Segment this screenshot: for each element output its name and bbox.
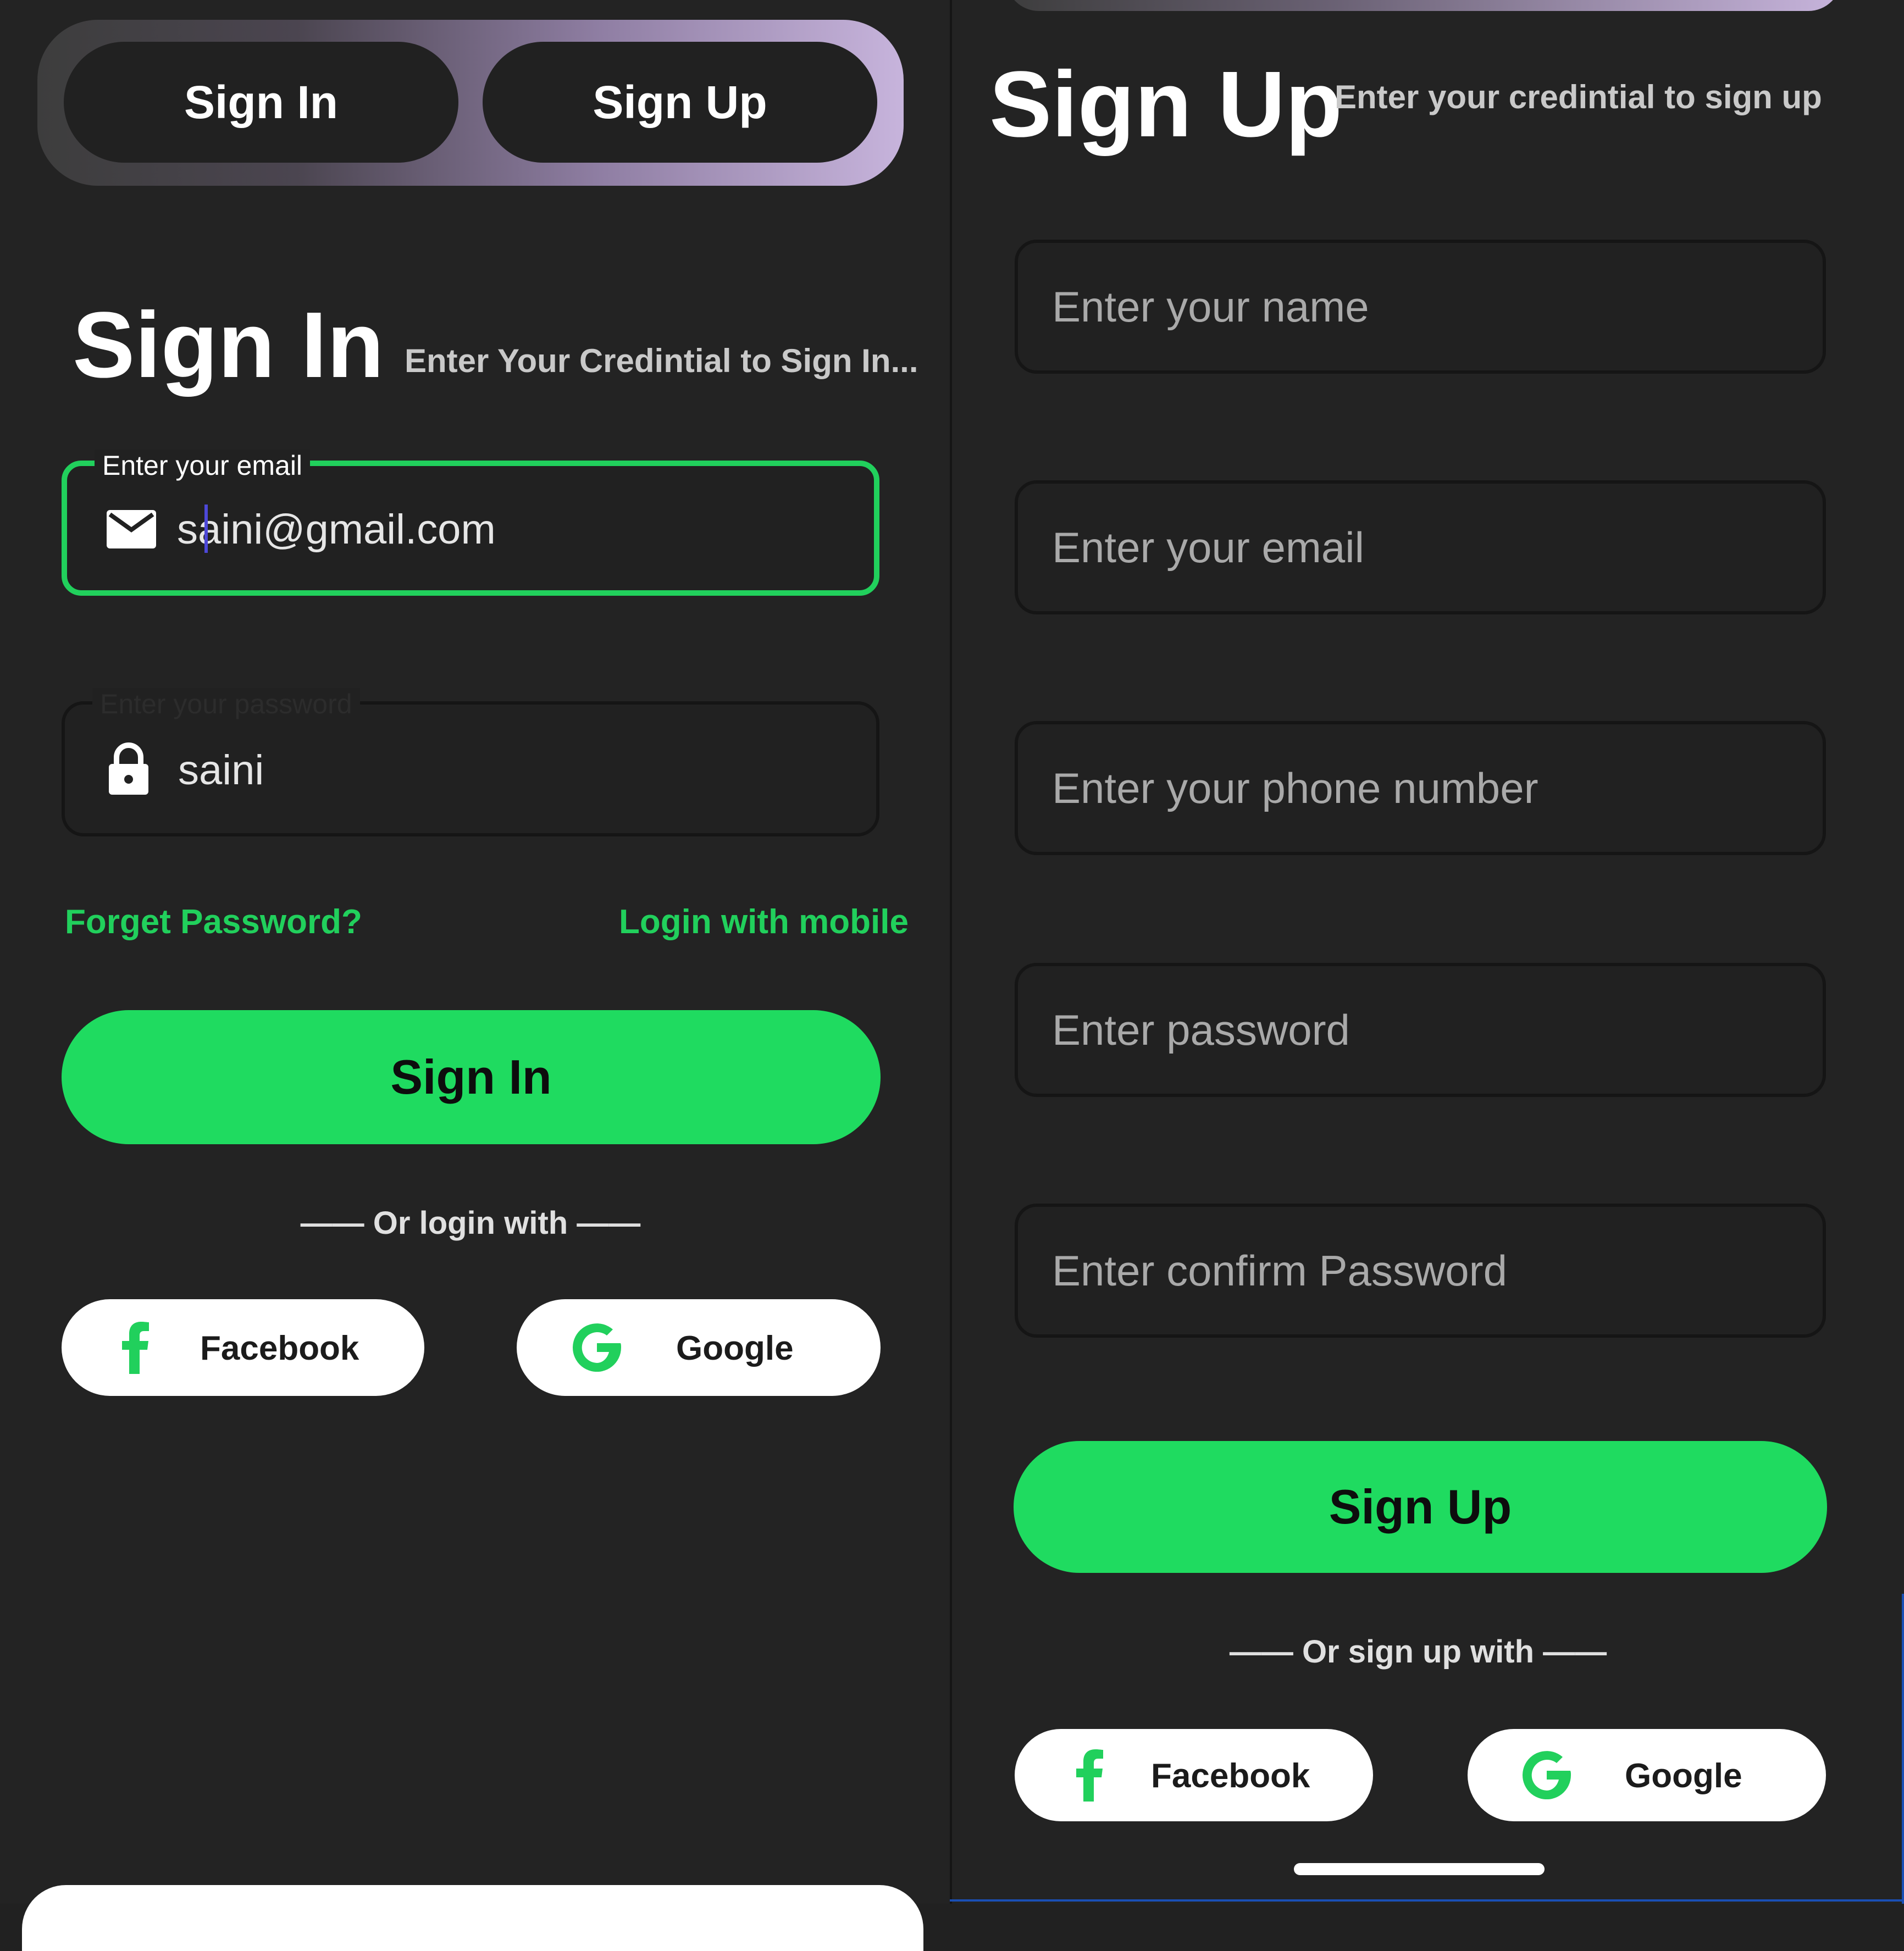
facebook-signup-button[interactable]: Facebook [1015,1729,1373,1821]
google-icon [1523,1751,1571,1799]
window-frame-bottom-edge [950,1899,1904,1902]
confirm-password-input[interactable]: Enter confirm Password [1015,1204,1826,1338]
google-login-button[interactable]: Google [517,1299,881,1396]
name-input-placeholder: Enter your name [1052,282,1369,331]
forget-password-link[interactable]: Forget Password? [65,902,362,941]
sign-in-button[interactable]: Sign In [62,1010,881,1144]
sign-up-button[interactable]: Sign Up [1014,1441,1827,1573]
phone-number-input[interactable]: Enter your phone number [1015,721,1826,855]
email-field-label: Enter your email [95,450,311,481]
signup-email-input[interactable]: Enter your email [1015,480,1826,614]
signup-password-input[interactable]: Enter password [1015,963,1826,1097]
password-field-value: saini [178,747,264,794]
email-field[interactable]: Enter your email saini@gmail.com [62,450,879,596]
sign-up-title: Sign Up [989,52,1343,157]
google-button-label: Google [1625,1757,1742,1795]
mail-icon [107,510,156,548]
or-sign-up-with-divider: —— Or sign up with —— [1229,1634,1607,1670]
google-button-label: Google [676,1329,794,1367]
password-field[interactable]: Enter your password saini [62,688,879,836]
or-login-with-divider: —— Or login with —— [300,1205,641,1241]
phone-number-placeholder: Enter your phone number [1052,763,1538,812]
facebook-icon [122,1321,150,1374]
toggle-bar-edge [1006,0,1841,11]
toggle-sign-in-button[interactable]: Sign In [64,42,458,163]
sign-up-subtitle: Enter your credintial to sign up [1335,79,1822,115]
bottom-sheet-peek [22,1885,923,1951]
sign-in-screen [0,0,950,1904]
signup-email-placeholder: Enter your email [1052,523,1364,572]
sign-in-title: Sign In [73,293,384,397]
name-input[interactable]: Enter your name [1015,240,1826,374]
home-indicator[interactable] [1294,1863,1545,1875]
sign-in-subtitle: Enter Your Credintial to Sign In... [405,342,918,379]
lock-icon [108,742,150,795]
signup-password-placeholder: Enter password [1052,1005,1350,1054]
confirm-password-placeholder: Enter confirm Password [1052,1246,1507,1295]
text-caret [204,505,208,553]
google-signup-button[interactable]: Google [1468,1729,1826,1821]
facebook-login-button[interactable]: Facebook [62,1299,424,1396]
facebook-button-label: Facebook [200,1329,359,1367]
facebook-icon [1076,1749,1104,1802]
toggle-sign-up-button[interactable]: Sign Up [483,42,877,163]
facebook-button-label: Facebook [1151,1757,1310,1795]
email-field-value: saini@gmail.com [177,506,496,553]
password-field-label: Enter your password [92,688,360,720]
auth-mode-toggle: Sign In Sign Up [37,20,904,186]
google-icon [573,1323,621,1372]
login-with-mobile-link[interactable]: Login with mobile [619,902,909,941]
window-frame-edge [1902,1594,1904,1904]
